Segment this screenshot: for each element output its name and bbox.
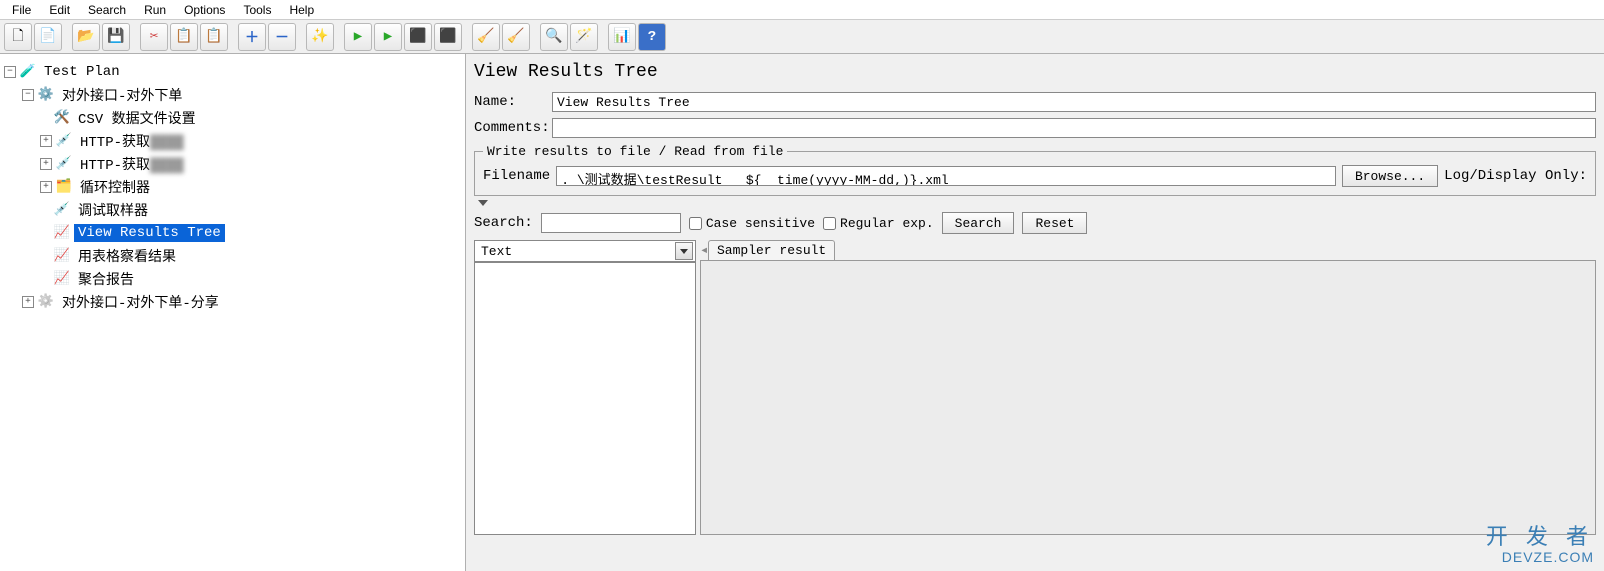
browse-button[interactable]: Browse...	[1342, 165, 1438, 187]
comments-label: Comments:	[474, 120, 552, 136]
gear-icon: ⚙️	[38, 87, 54, 103]
remove-icon[interactable]: －	[268, 23, 296, 51]
save-icon[interactable]: 💾	[102, 23, 130, 51]
case-sensitive-checkbox[interactable]: Case sensitive	[689, 216, 815, 231]
tree-node-table-view[interactable]: 📈 用表格察看结果	[2, 244, 463, 267]
tree-node-csv[interactable]: 🛠️ CSV 数据文件设置	[2, 106, 463, 129]
comments-input[interactable]	[552, 118, 1596, 138]
stop-icon[interactable]: ⬛	[404, 23, 432, 51]
name-label: Name:	[474, 94, 552, 110]
tree-node-debug[interactable]: 💉 调试取样器	[2, 198, 463, 221]
search-toolbar-icon[interactable]: 🔍	[540, 23, 568, 51]
paste-icon[interactable]: 📋	[200, 23, 228, 51]
tree-node-test-plan[interactable]: − 🧪 Test Plan	[2, 60, 463, 83]
menu-options[interactable]: Options	[176, 2, 233, 18]
templates-icon[interactable]: 📄	[34, 23, 62, 51]
name-input[interactable]	[552, 92, 1596, 112]
chevron-down-icon[interactable]	[675, 242, 693, 260]
fn-helper-icon[interactable]: 📊	[608, 23, 636, 51]
reset-button[interactable]: Reset	[1022, 212, 1087, 234]
results-list[interactable]	[474, 262, 696, 535]
help-icon[interactable]: ?	[638, 23, 666, 51]
tree-node-thread-group-2[interactable]: + ⚙️ 对外接口-对外下单-分享	[2, 290, 463, 313]
result-icon: 📈	[54, 225, 70, 241]
menu-help[interactable]: Help	[281, 2, 322, 18]
menu-file[interactable]: File	[4, 2, 39, 18]
result-content	[700, 260, 1596, 535]
tools-icon: 🛠️	[54, 110, 70, 126]
panel-title: View Results Tree	[474, 62, 1596, 82]
open-icon[interactable]: 📂	[72, 23, 100, 51]
tree-node-view-results[interactable]: 📈 View Results Tree	[2, 221, 463, 244]
search-label: Search:	[474, 215, 533, 231]
flask-icon: 🧪	[20, 64, 36, 80]
tree-node-thread-group[interactable]: − ⚙️ 对外接口-对外下单	[2, 83, 463, 106]
menu-tools[interactable]: Tools	[235, 2, 279, 18]
search-button[interactable]: Search	[942, 212, 1015, 234]
clear-all-icon[interactable]: 🧹	[502, 23, 530, 51]
write-results-fieldset: Write results to file / Read from file F…	[474, 144, 1596, 196]
result-icon: 📈	[54, 248, 70, 264]
tree-node-loop[interactable]: + 🗂️ 循环控制器	[2, 175, 463, 198]
copy-icon[interactable]: 📋	[170, 23, 198, 51]
tree-node-http1[interactable]: + 💉 HTTP-获取████	[2, 129, 463, 152]
new-icon[interactable]: 🗋	[4, 23, 32, 51]
add-icon[interactable]: ＋	[238, 23, 266, 51]
search-input[interactable]	[541, 213, 681, 233]
clear-icon[interactable]: 🧹	[472, 23, 500, 51]
reset-search-icon[interactable]: 🪄	[570, 23, 598, 51]
fieldset-legend: Write results to file / Read from file	[483, 144, 787, 159]
start-no-timer-icon[interactable]: ▶	[374, 23, 402, 51]
tree-node-aggregate[interactable]: 📈 聚合报告	[2, 267, 463, 290]
editor-panel: View Results Tree Name: Comments: Write …	[466, 54, 1604, 571]
tab-scroll-icon[interactable]: ◂	[700, 240, 706, 260]
shutdown-icon[interactable]: ⬛	[434, 23, 462, 51]
tab-sampler-result[interactable]: Sampler result	[708, 240, 835, 260]
loop-icon: 🗂️	[56, 179, 72, 195]
wand-icon[interactable]: ✨	[306, 23, 334, 51]
menu-search[interactable]: Search	[80, 2, 134, 18]
cut-icon[interactable]: ✂	[140, 23, 168, 51]
toolbar: 🗋 📄 📂 💾 ✂ 📋 📋 ＋ － ✨ ▶ ▶ ⬛ ⬛ 🧹 🧹 🔍 🪄 📊 ?	[0, 20, 1604, 54]
renderer-select[interactable]: Text	[474, 240, 696, 262]
regular-exp-checkbox[interactable]: Regular exp.	[823, 216, 934, 231]
filename-input[interactable]: . \测试数据\testResult_ _${__time(yyyy-MM-dd…	[556, 166, 1336, 186]
pipette-icon: 💉	[56, 133, 72, 149]
tree-node-http2[interactable]: + 💉 HTTP-获取████	[2, 152, 463, 175]
watermark: 开 发 者 DEVZE.COM	[1486, 525, 1594, 565]
test-plan-tree[interactable]: − 🧪 Test Plan − ⚙️ 对外接口-对外下单 🛠️ CSV 数据文件…	[0, 54, 466, 571]
gear-grey-icon: ⚙️	[38, 294, 54, 310]
expand-toggle-icon[interactable]	[478, 200, 488, 206]
menu-edit[interactable]: Edit	[41, 2, 78, 18]
pipette-icon: 💉	[54, 202, 70, 218]
result-icon: 📈	[54, 271, 70, 287]
menubar: File Edit Search Run Options Tools Help	[0, 0, 1604, 20]
menu-run[interactable]: Run	[136, 2, 174, 18]
log-display-label: Log/Display Only:	[1444, 168, 1587, 184]
pipette-icon: 💉	[56, 156, 72, 172]
filename-label: Filename	[483, 168, 550, 184]
start-icon[interactable]: ▶	[344, 23, 372, 51]
